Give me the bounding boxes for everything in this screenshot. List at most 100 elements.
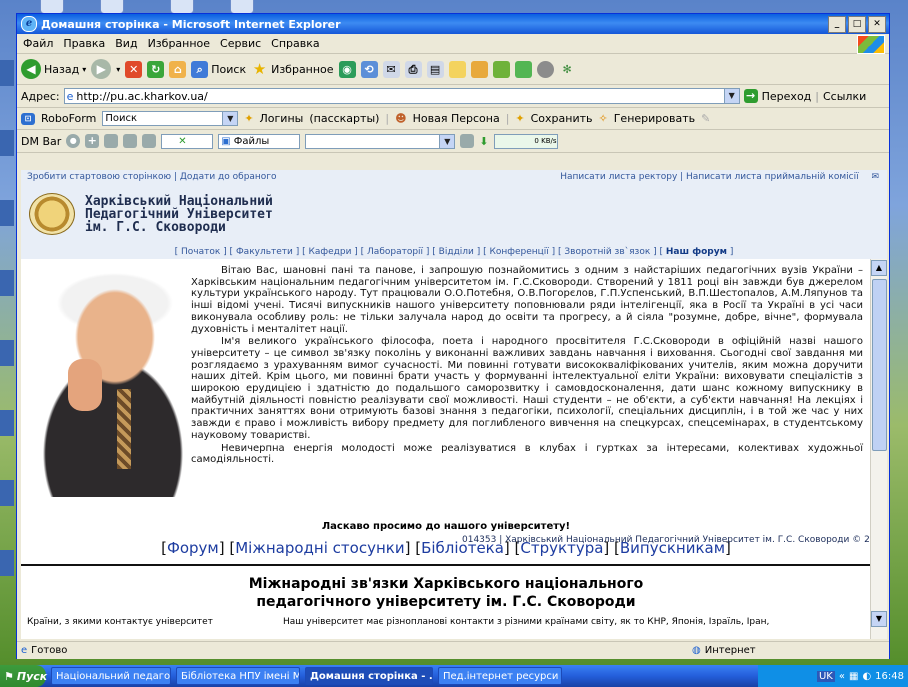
title-bar[interactable]: e Домашня сторінка - Microsoft Internet …: [17, 14, 889, 34]
dm-toolbar: DM Bar ● + ✕ ▣ Файлы ▼ ⬇ 0 KB/s: [17, 130, 889, 153]
edit-button[interactable]: ▤: [426, 60, 444, 78]
window-icon[interactable]: [123, 134, 138, 148]
chevron-down-icon[interactable]: ▼: [222, 112, 238, 125]
close-button[interactable]: ✕: [868, 16, 886, 33]
chevron-down-icon[interactable]: ▾: [116, 65, 120, 74]
scroll-down-icon[interactable]: ▼: [871, 611, 887, 627]
people-icon[interactable]: ✻: [559, 61, 576, 78]
chevron-down-icon[interactable]: ▼: [723, 89, 739, 103]
desktop-icon[interactable]: [100, 0, 124, 14]
desktop-icon[interactable]: [230, 0, 254, 14]
menu-file[interactable]: Файл: [23, 37, 53, 50]
home-button[interactable]: ⌂: [169, 60, 187, 78]
chevron-down-icon[interactable]: ▼: [439, 134, 455, 148]
desktop-icon[interactable]: [0, 550, 14, 576]
mail-button[interactable]: ✉: [382, 60, 400, 78]
nav-start[interactable]: Початок: [181, 247, 220, 257]
nav-labs[interactable]: Лабораторії: [367, 247, 423, 257]
menu-tools[interactable]: Сервис: [220, 37, 261, 50]
pencil-icon[interactable]: ✎: [701, 112, 710, 125]
nav-conferences[interactable]: Конференції: [490, 247, 549, 257]
back-button[interactable]: ◀ Назад ▾: [21, 59, 86, 79]
history-button[interactable]: ⟲: [360, 60, 378, 78]
nav-feedback[interactable]: Зворотній зв`язок: [564, 247, 650, 257]
forward-button[interactable]: ▶: [91, 59, 112, 79]
options-icon[interactable]: [142, 134, 157, 148]
generate-button[interactable]: Генерировать: [614, 112, 695, 125]
scroll-thumb[interactable]: [872, 279, 887, 451]
links-button[interactable]: Ссылки: [823, 90, 866, 103]
desktop-icon[interactable]: [0, 60, 14, 86]
start-button[interactable]: ⚑ Пуск: [0, 665, 47, 687]
nav-departments[interactable]: Кафедри: [309, 247, 352, 257]
nav-divisions[interactable]: Відділи: [439, 247, 474, 257]
address-input[interactable]: e http://pu.ac.kharkov.ua/ ▼: [63, 88, 740, 104]
shield-icon[interactable]: [536, 60, 554, 78]
taskbar-button[interactable]: Бібліотека НПУ імені М....: [176, 667, 300, 685]
messenger-icon[interactable]: [514, 60, 532, 78]
new-person-button[interactable]: Новая Персона: [413, 112, 500, 125]
volume-icon[interactable]: ◐: [862, 671, 871, 682]
plus-icon[interactable]: +: [85, 134, 100, 148]
desktop-icon[interactable]: [0, 130, 14, 156]
footer-counter: 014353 | Харківський Національний Педаго…: [462, 535, 887, 545]
menu-view[interactable]: Вид: [115, 37, 137, 50]
desktop-icon[interactable]: [40, 0, 64, 14]
clock[interactable]: 16:48: [875, 671, 904, 682]
gear-icon[interactable]: [104, 134, 119, 148]
files-select[interactable]: ▣ Файлы: [218, 133, 301, 149]
envelope-icon[interactable]: ✉: [871, 172, 879, 182]
nav-forum[interactable]: Наш форум: [666, 247, 727, 257]
passcards-button[interactable]: (пасскарты): [309, 112, 379, 125]
folder-icon[interactable]: [448, 60, 466, 78]
ie-icon: e: [21, 16, 37, 32]
menu-help[interactable]: Справка: [271, 37, 319, 50]
stop-button[interactable]: ✕: [125, 60, 143, 78]
roboform-search-input[interactable]: Поиск ▼: [102, 111, 239, 126]
desktop-icon[interactable]: [170, 0, 194, 14]
desktop-icon[interactable]: [0, 340, 14, 366]
menu-edit[interactable]: Правка: [63, 37, 105, 50]
scroll-up-icon[interactable]: ▲: [871, 260, 887, 276]
back-label: Назад: [44, 62, 80, 76]
desktop-icon[interactable]: [0, 270, 14, 296]
desktop-icon[interactable]: [0, 410, 14, 436]
start-page-links[interactable]: Зробити стартовою сторінкою | Додати до …: [27, 172, 277, 182]
taskbar-button-label: Бібліотека НПУ імені М....: [181, 670, 299, 682]
nav-faculties[interactable]: Факультети: [236, 247, 293, 257]
media-button[interactable]: ◉: [338, 60, 356, 78]
taskbar-button-active[interactable]: Домашня сторінка - ...: [305, 667, 433, 685]
go-arrow-icon: →: [743, 89, 758, 103]
language-indicator[interactable]: UK: [816, 670, 835, 682]
taskbar-button[interactable]: Пед.інтернет ресурси 0...: [438, 667, 562, 685]
globe-icon[interactable]: ●: [66, 134, 81, 148]
save-button[interactable]: Сохранить: [531, 112, 593, 125]
generate-icon: ✧: [598, 112, 608, 125]
menu-favorites[interactable]: Избранное: [148, 37, 210, 50]
roboform-menu[interactable]: RoboForm: [41, 112, 96, 125]
print-button[interactable]: ⎙: [404, 60, 422, 78]
notes-icon[interactable]: [470, 60, 488, 78]
go-button[interactable]: Переход: [762, 90, 812, 103]
taskbar-button[interactable]: Національний педагогі...: [51, 667, 171, 685]
address-url: http://pu.ac.kharkov.ua/: [76, 89, 208, 103]
desktop-icon[interactable]: [0, 480, 14, 506]
maximize-button[interactable]: □: [848, 16, 866, 33]
download-icon[interactable]: ⬇: [479, 135, 488, 148]
minimize-button[interactable]: _: [828, 16, 846, 33]
write-letter-links[interactable]: Написати листа ректору | Написати листа …: [560, 172, 858, 182]
refresh-button[interactable]: ↻: [147, 60, 165, 78]
favorites-button[interactable]: ★ Избранное: [251, 60, 334, 78]
search-icon[interactable]: [460, 134, 475, 148]
network-icon[interactable]: ▦: [849, 671, 858, 682]
dm-url-input[interactable]: ▼: [305, 133, 456, 149]
search-button[interactable]: ⌕ Поиск: [191, 60, 246, 78]
desktop-icon[interactable]: [0, 200, 14, 226]
dm-input[interactable]: ✕: [161, 133, 214, 149]
vertical-scrollbar[interactable]: ▲ ▼: [870, 259, 887, 639]
tray-icons[interactable]: «: [839, 671, 845, 682]
puzzle-icon[interactable]: [492, 60, 510, 78]
folder-icon: ▣: [221, 135, 231, 147]
logins-button[interactable]: Логины: [260, 112, 304, 125]
window-title: Домашня сторінка - Microsoft Internet Ex…: [41, 17, 341, 31]
